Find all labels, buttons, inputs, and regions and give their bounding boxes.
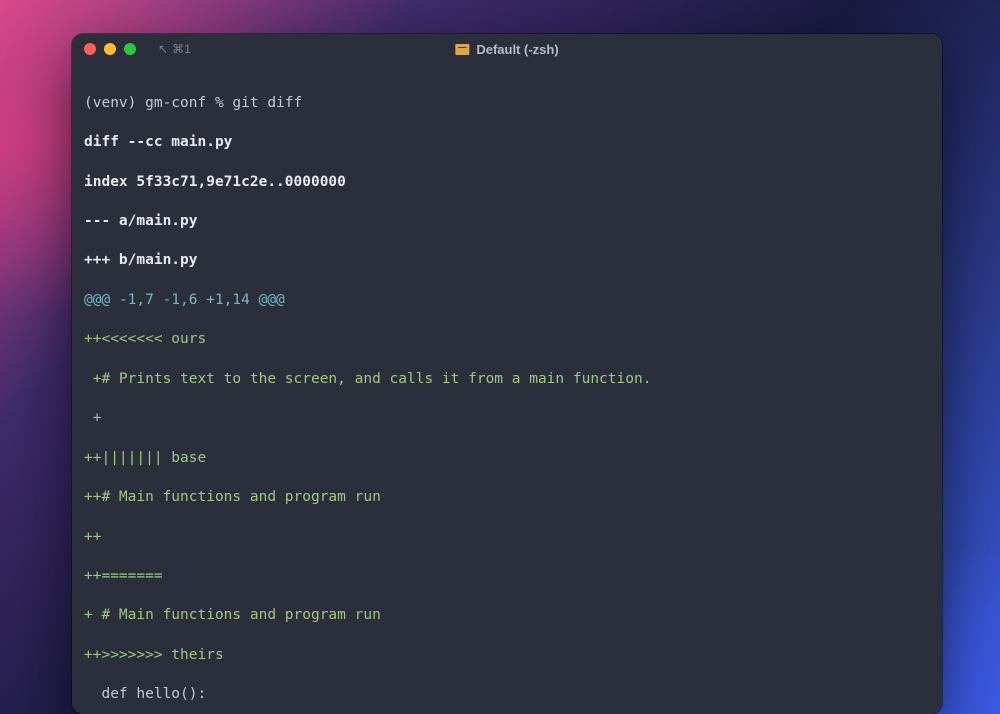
tab-hint-text: ⌘1 xyxy=(172,42,191,56)
diff-line: + xyxy=(84,409,930,429)
window-title-text: Default (-zsh) xyxy=(476,42,558,57)
folder-icon xyxy=(455,44,469,55)
diff-line: + # Main functions and program run xyxy=(84,606,930,626)
shortcut-icon: ↖ xyxy=(158,42,168,56)
terminal-window: ↖ ⌘1 Default (-zsh) (venv) gm-conf % git … xyxy=(72,34,942,714)
titlebar[interactable]: ↖ ⌘1 Default (-zsh) xyxy=(72,34,942,64)
prompt-line: (venv) gm-conf % git diff xyxy=(84,94,930,114)
diff-line: ++||||||| base xyxy=(84,449,930,469)
prompt-prefix: (venv) gm-conf % xyxy=(84,95,232,111)
tab-hint: ↖ ⌘1 xyxy=(158,42,191,56)
command-text: git diff xyxy=(232,95,302,111)
diff-header: diff --cc main.py xyxy=(84,133,930,153)
diff-line: ++<<<<<<< ours xyxy=(84,330,930,350)
window-title: Default (-zsh) xyxy=(455,42,558,57)
diff-hunk: @@@ -1,7 -1,6 +1,14 @@@ xyxy=(84,291,930,311)
diff-line: ++>>>>>>> theirs xyxy=(84,646,930,666)
diff-line: +# Prints text to the screen, and calls … xyxy=(84,370,930,390)
close-icon[interactable] xyxy=(84,43,96,55)
terminal-content[interactable]: (venv) gm-conf % git diff diff --cc main… xyxy=(72,64,942,714)
diff-index: index 5f33c71,9e71c2e..0000000 xyxy=(84,173,930,193)
diff-line: ++======= xyxy=(84,567,930,587)
diff-line: ++ xyxy=(84,528,930,548)
traffic-lights xyxy=(84,43,136,55)
diff-line: ++# Main functions and program run xyxy=(84,488,930,508)
diff-line: def hello(): xyxy=(84,685,930,705)
zoom-icon[interactable] xyxy=(124,43,136,55)
diff-old-file: --- a/main.py xyxy=(84,212,930,232)
minimize-icon[interactable] xyxy=(104,43,116,55)
diff-new-file: +++ b/main.py xyxy=(84,251,930,271)
